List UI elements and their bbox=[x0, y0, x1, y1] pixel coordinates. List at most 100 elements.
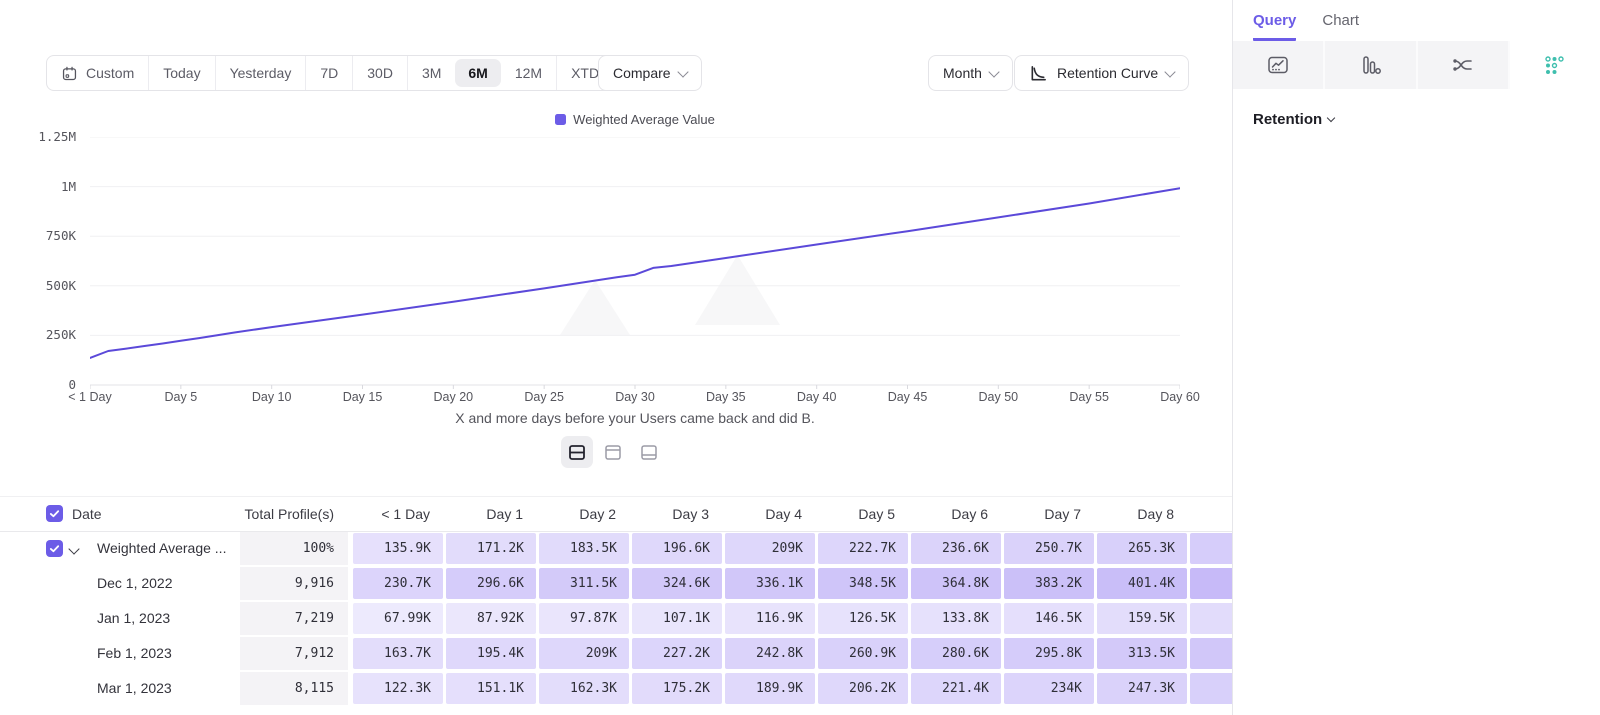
column-header-5: Day 3 bbox=[631, 497, 709, 531]
chevron-down-icon[interactable] bbox=[1327, 114, 1335, 122]
tab-flows[interactable] bbox=[1418, 41, 1510, 89]
retention-cell: 383.2K bbox=[1004, 568, 1094, 599]
tab-insights[interactable] bbox=[1233, 41, 1325, 89]
tab-chart[interactable]: Chart bbox=[1322, 12, 1359, 41]
retention-cell: 242.8K bbox=[725, 638, 815, 669]
legend-series-label: Weighted Average Value bbox=[573, 112, 715, 127]
x-axis-tick-label: Day 55 bbox=[1047, 390, 1131, 404]
layout-split-icon bbox=[567, 444, 587, 461]
retention-cell: 135.9K bbox=[353, 533, 443, 564]
table-row[interactable]: Mar 1, 20238,115122.3K151.1K162.3K175.2K… bbox=[0, 671, 1232, 706]
retention-cell: 296.6K bbox=[446, 568, 536, 599]
granularity-label: Month bbox=[943, 65, 982, 81]
total-profiles-cell: 100% bbox=[240, 532, 348, 565]
retention-cell: 175.2K bbox=[632, 673, 722, 704]
layout-toggle-split[interactable] bbox=[561, 436, 593, 468]
column-header-2: < 1 Day bbox=[352, 497, 430, 531]
granularity-button[interactable]: Month bbox=[928, 55, 1013, 91]
retention-cell: 189.9K bbox=[725, 673, 815, 704]
table-row[interactable]: Feb 1, 20237,912163.7K195.4K209K227.2K24… bbox=[0, 636, 1232, 671]
total-profiles-cell: 7,219 bbox=[240, 602, 348, 635]
retention-cell: 295.8K bbox=[1004, 638, 1094, 669]
column-header-7: Day 5 bbox=[817, 497, 895, 531]
range-30d[interactable]: 30D bbox=[352, 56, 407, 90]
chart-type-button[interactable]: Retention Curve bbox=[1014, 55, 1189, 91]
retention-cell: 133.8K bbox=[911, 603, 1001, 634]
retention-cell: 236.6K bbox=[911, 533, 1001, 564]
retention-report-app: CustomTodayYesterday7D30D3M6M12MXTD Comp… bbox=[0, 0, 1600, 715]
layout-toggle-group bbox=[561, 436, 665, 468]
row-date-label: Mar 1, 2023 bbox=[97, 671, 172, 706]
x-axis-tick-label: Day 15 bbox=[321, 390, 405, 404]
range-12m[interactable]: 12M bbox=[501, 56, 556, 90]
row-date-label: Dec 1, 2022 bbox=[97, 566, 173, 601]
x-axis-tick-label: Day 35 bbox=[684, 390, 768, 404]
retention-cell-clipped bbox=[1190, 603, 1232, 634]
column-header-1: Total Profile(s) bbox=[240, 497, 334, 531]
layout-toggle-table-top[interactable] bbox=[597, 436, 629, 468]
retention-icon bbox=[1544, 55, 1565, 76]
tab-funnels[interactable] bbox=[1325, 41, 1417, 89]
chart-caption: X and more days before your Users came b… bbox=[90, 410, 1180, 426]
row-expand-chevron-icon[interactable] bbox=[68, 543, 79, 554]
compare-button[interactable]: Compare bbox=[598, 55, 702, 91]
y-axis-tick-label: 1.25M bbox=[0, 129, 76, 144]
tab-retention[interactable] bbox=[1510, 41, 1600, 89]
range-label: Today bbox=[163, 65, 200, 81]
range-today[interactable]: Today bbox=[148, 56, 214, 90]
calendar-icon bbox=[61, 65, 78, 82]
table-row[interactable]: Dec 1, 20229,916230.7K296.6K311.5K324.6K… bbox=[0, 566, 1232, 601]
retention-cell: 222.7K bbox=[818, 533, 908, 564]
check-icon bbox=[49, 543, 60, 554]
range-6m[interactable]: 6M bbox=[455, 59, 500, 87]
total-profiles-cell: 9,916 bbox=[240, 567, 348, 600]
chart-legend[interactable]: Weighted Average Value bbox=[90, 112, 1180, 127]
retention-cell: 230.7K bbox=[353, 568, 443, 599]
compare-label: Compare bbox=[613, 65, 671, 81]
chevron-down-icon bbox=[988, 66, 999, 77]
retention-cell: 107.1K bbox=[632, 603, 722, 634]
retention-line-chart[interactable] bbox=[90, 137, 1180, 385]
layout-toggle-table-bottom[interactable] bbox=[633, 436, 665, 468]
retention-cell-clipped bbox=[1190, 533, 1232, 564]
retention-cell: 209K bbox=[725, 533, 815, 564]
range-7d[interactable]: 7D bbox=[305, 56, 352, 90]
range-label: 6M bbox=[468, 65, 487, 81]
range-label: Custom bbox=[86, 65, 134, 81]
retention-cell: 247.3K bbox=[1097, 673, 1187, 704]
x-axis-tick-label: Day 30 bbox=[593, 390, 677, 404]
x-axis-tick-label: Day 20 bbox=[411, 390, 495, 404]
layout-table-top-icon bbox=[603, 444, 623, 461]
range-custom[interactable]: Custom bbox=[47, 56, 148, 90]
x-axis-tick-label: Day 45 bbox=[866, 390, 950, 404]
retention-cell: 401.4K bbox=[1097, 568, 1187, 599]
retention-cell: 280.6K bbox=[911, 638, 1001, 669]
retention-cell: 183.5K bbox=[539, 533, 629, 564]
retention-cell: 227.2K bbox=[632, 638, 722, 669]
column-header-3: Day 1 bbox=[445, 497, 523, 531]
column-header-10: Day 8 bbox=[1096, 497, 1174, 531]
y-axis-tick-label: 1M bbox=[0, 179, 76, 194]
x-axis-tick-label: Day 40 bbox=[775, 390, 859, 404]
row-checkbox[interactable] bbox=[46, 540, 63, 557]
retention-cell: 196.6K bbox=[632, 533, 722, 564]
x-axis-tick-label: Day 10 bbox=[230, 390, 314, 404]
range-3m[interactable]: 3M bbox=[407, 56, 455, 90]
range-yesterday[interactable]: Yesterday bbox=[215, 56, 306, 90]
tab-query[interactable]: Query bbox=[1253, 12, 1296, 41]
retention-cell: 250.7K bbox=[1004, 533, 1094, 564]
legend-swatch bbox=[555, 114, 566, 125]
table-row[interactable]: Weighted Average ...100%135.9K171.2K183.… bbox=[0, 531, 1232, 566]
select-all-checkbox[interactable] bbox=[46, 505, 63, 522]
row-date-label: Weighted Average ... bbox=[97, 531, 226, 566]
funnels-icon bbox=[1359, 54, 1381, 76]
chevron-down-icon bbox=[1165, 66, 1176, 77]
retention-cell: 221.4K bbox=[911, 673, 1001, 704]
x-axis-tick-label: Day 25 bbox=[502, 390, 586, 404]
flows-icon bbox=[1451, 54, 1475, 76]
section-title: Retention bbox=[1253, 111, 1322, 128]
retention-cell: 234K bbox=[1004, 673, 1094, 704]
table-row[interactable]: Jan 1, 20237,21967.99K87.92K97.87K107.1K… bbox=[0, 601, 1232, 636]
x-axis-tick-label: Day 50 bbox=[956, 390, 1040, 404]
retention-cell: 116.9K bbox=[725, 603, 815, 634]
